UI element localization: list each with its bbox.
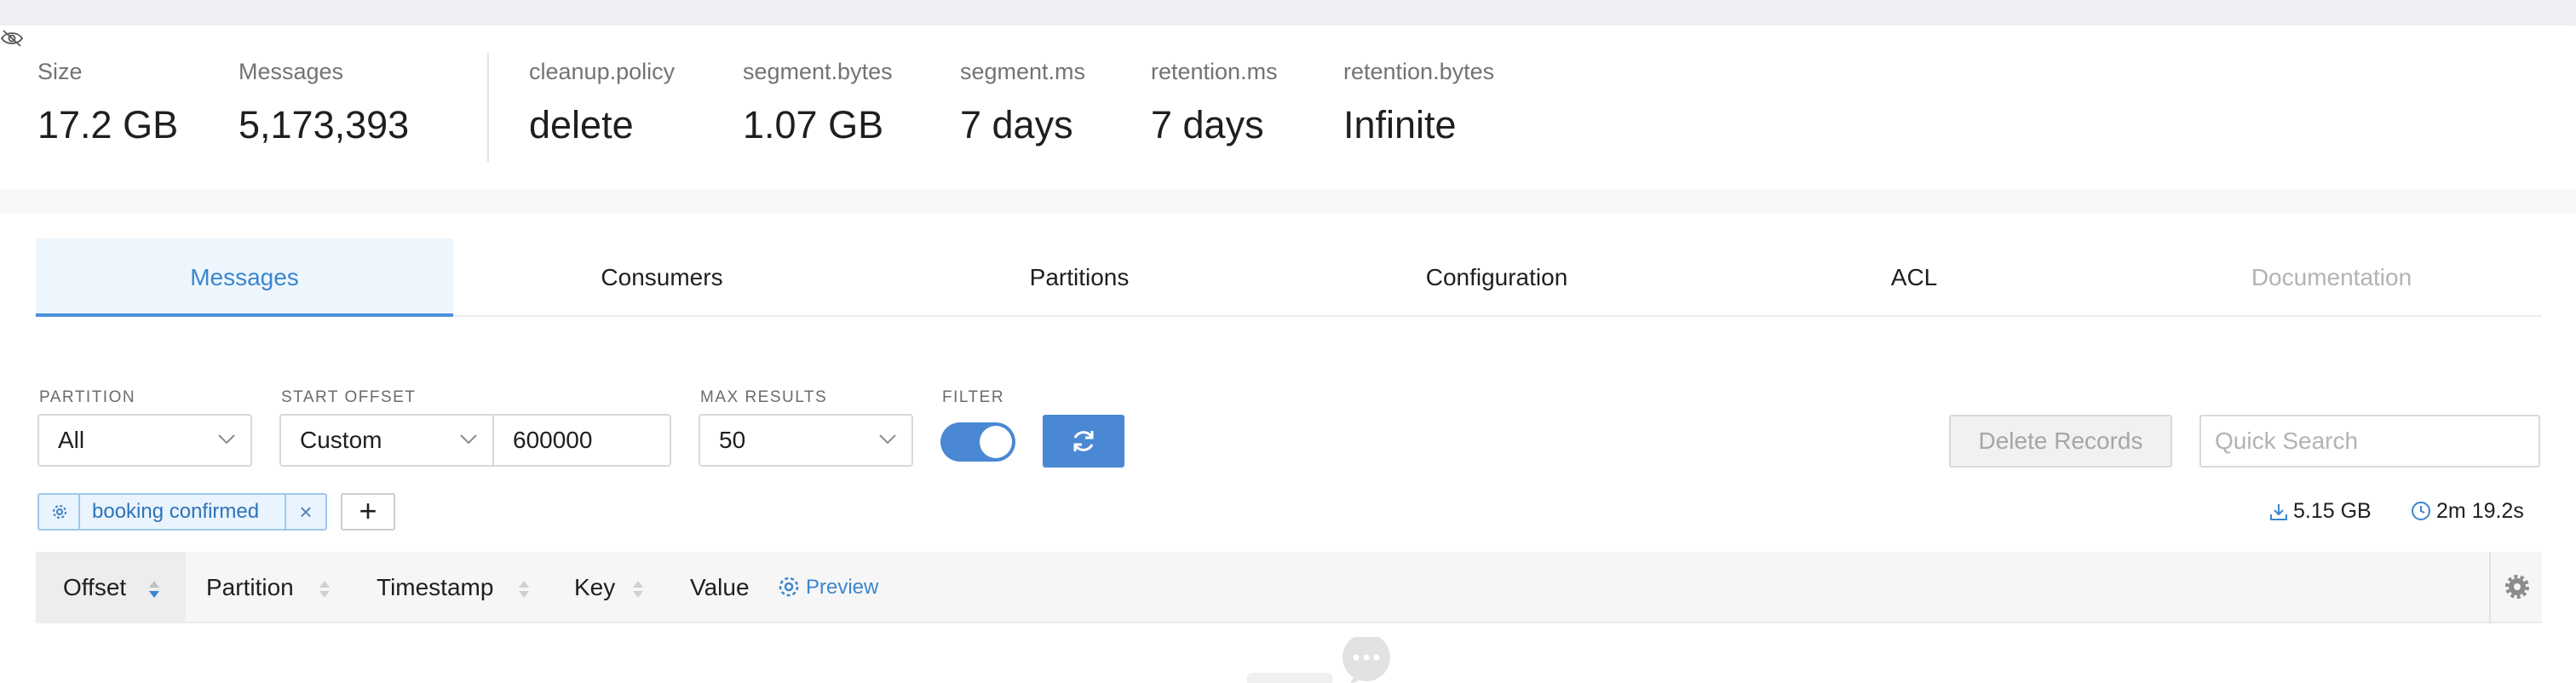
stats-divider [487, 53, 489, 162]
tab-messages[interactable]: Messages [36, 238, 453, 317]
add-filter-button[interactable]: + [341, 493, 395, 531]
stat-label: retention.ms [1151, 59, 1278, 84]
stat-label: cleanup.policy [529, 59, 676, 84]
tab-acl[interactable]: ACL [1705, 238, 2123, 317]
max-results-value: 50 [719, 427, 746, 453]
chevron-down-icon [879, 434, 896, 445]
column-label: Partition [206, 574, 294, 600]
chevron-down-icon [218, 434, 235, 445]
filter-toggle[interactable] [940, 422, 1015, 462]
filter-chip-label: booking confirmed [92, 500, 260, 523]
sort-icon [149, 581, 159, 598]
sort-icon [633, 581, 643, 598]
column-settings-button[interactable] [2489, 552, 2542, 623]
max-results-label: MAX RESULTS [700, 388, 828, 406]
stat-label: segment.bytes [743, 59, 893, 84]
delete-records-button[interactable]: Delete Records [1949, 415, 2172, 468]
gear-icon [2505, 575, 2529, 599]
stat-label: segment.ms [960, 59, 1086, 84]
partition-value: All [58, 427, 85, 453]
consumed-bytes: 5.15 GB [2269, 497, 2372, 525]
tab-partitions[interactable]: Partitions [871, 238, 1288, 317]
toggle-knob [980, 426, 1012, 458]
partition-label: PARTITION [39, 388, 136, 406]
column-label: Key [574, 574, 616, 600]
gear-icon [53, 505, 66, 519]
quick-search-input[interactable] [2199, 415, 2540, 468]
sort-icon [519, 581, 529, 598]
stat-label: Messages [239, 59, 344, 84]
start-offset-mode-value: Custom [300, 427, 382, 453]
column-label: Offset [63, 574, 127, 600]
elapsed-time: 2m 19.2s [2411, 497, 2524, 525]
top-bar [0, 0, 2576, 26]
sort-icon [319, 581, 330, 598]
stat-retention-bytes: retention.bytes Infinite [1343, 58, 1494, 148]
consumed-bytes-value: 5.15 GB [2293, 499, 2372, 523]
start-offset-label: START OFFSET [281, 388, 417, 406]
chevron-down-icon [460, 434, 477, 445]
column-value: Value [690, 552, 767, 623]
tab-consumers[interactable]: Consumers [453, 238, 871, 317]
stat-label: retention.bytes [1343, 59, 1495, 84]
refresh-button[interactable] [1043, 415, 1124, 468]
column-timestamp[interactable]: Timestamp [377, 552, 547, 623]
column-label: Timestamp [377, 574, 494, 600]
max-results-select[interactable]: 50 [699, 414, 913, 467]
column-label: Value [690, 574, 750, 600]
stat-segment-ms: segment.ms 7 days [960, 58, 1085, 148]
remove-filter-button[interactable]: × [285, 495, 325, 529]
eye-slash-icon[interactable] [0, 29, 24, 48]
stat-size: Size 17.2 GB [37, 58, 178, 148]
stat-value: 1.07 GB [743, 103, 884, 146]
clock-icon [2412, 502, 2430, 520]
stat-value: 5,173,393 [239, 103, 410, 146]
column-offset[interactable]: Offset [36, 552, 186, 623]
messages-table-header: Offset Partition Timestamp Key Value Pre… [36, 552, 2542, 623]
column-partition[interactable]: Partition [206, 552, 368, 623]
column-key[interactable]: Key [574, 552, 659, 623]
preview-label: Preview [806, 576, 879, 599]
start-offset-input[interactable] [492, 414, 671, 467]
tab-documentation[interactable]: Documentation [2123, 238, 2540, 317]
elapsed-time-value: 2m 19.2s [2436, 499, 2524, 523]
gear-icon [779, 577, 799, 597]
refresh-icon [1073, 431, 1094, 451]
stat-segment-bytes: segment.bytes 1.07 GB [743, 58, 893, 148]
download-icon [2270, 504, 2287, 520]
filter-label: FILTER [942, 388, 1005, 406]
chip-settings[interactable] [39, 495, 80, 529]
stat-cleanup-policy: cleanup.policy delete [529, 58, 675, 148]
empty-state-icon [1247, 637, 1390, 683]
topic-tabs: Messages Consumers Partitions Configurat… [36, 238, 2542, 317]
partition-select[interactable]: All [37, 414, 252, 467]
section-gap [0, 189, 2576, 213]
filter-chip[interactable]: booking confirmed × [37, 493, 327, 531]
stat-value: Infinite [1343, 103, 1457, 146]
stat-messages: Messages 5,173,393 [239, 58, 409, 148]
tab-configuration[interactable]: Configuration [1288, 238, 1705, 317]
preview-button[interactable]: Preview [777, 552, 878, 623]
stat-label: Size [37, 59, 83, 84]
stat-value: delete [529, 103, 634, 146]
stat-value: 17.2 GB [37, 103, 179, 146]
stat-value: 7 days [960, 103, 1073, 146]
stat-retention-ms: retention.ms 7 days [1151, 58, 1278, 148]
stat-value: 7 days [1151, 103, 1264, 146]
start-offset-mode-select[interactable]: Custom [279, 414, 494, 467]
